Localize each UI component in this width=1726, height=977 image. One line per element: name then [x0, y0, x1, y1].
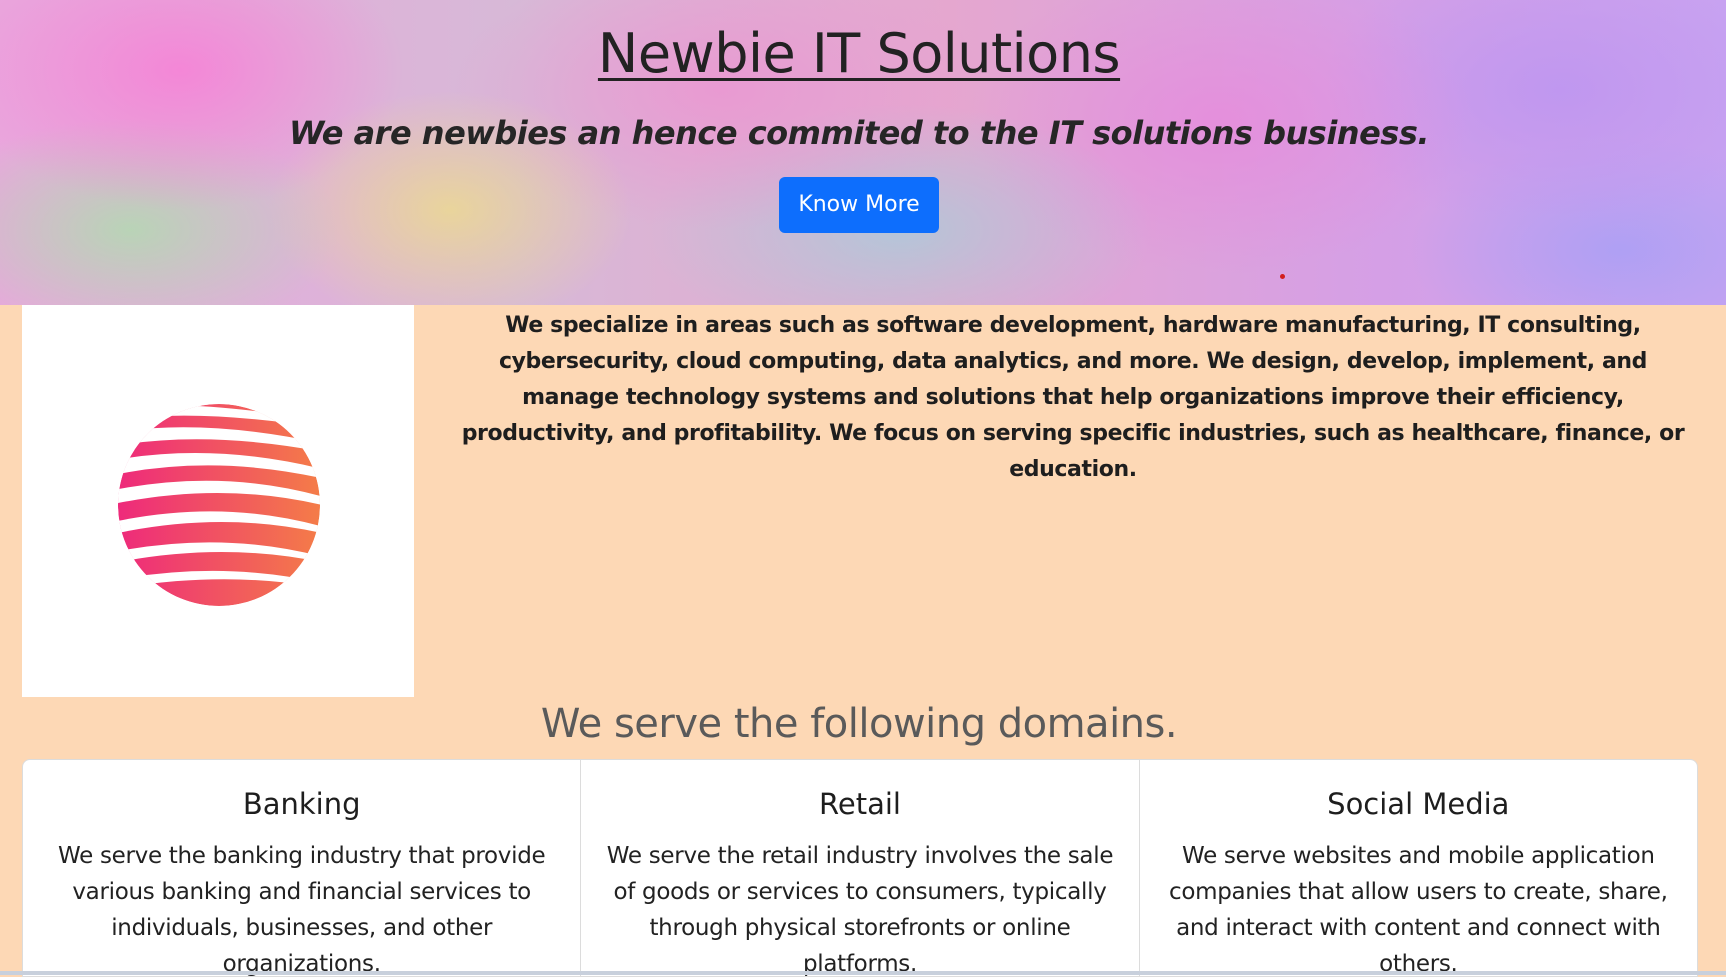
cursor-dot [1280, 274, 1285, 279]
domain-cards: Banking We serve the banking industry th… [22, 759, 1698, 977]
hero-tagline: We are newbies an hence commited to the … [288, 114, 1430, 152]
domains-heading: We serve the following domains. [540, 701, 1178, 747]
domain-card-banking: Banking We serve the banking industry th… [23, 760, 582, 977]
company-logo [22, 305, 414, 697]
card-title: Social Media [1327, 787, 1510, 821]
striped-globe-icon [118, 404, 320, 606]
card-text: We serve the retail industry involves th… [606, 843, 1114, 977]
card-text: We serve websites and mobile application… [1168, 843, 1668, 977]
card-title: Retail [819, 787, 901, 821]
domain-card-social-media: Social Media We serve websites and mobil… [1140, 760, 1697, 976]
company-description: We specialize in areas such as software … [461, 313, 1685, 482]
window-bottom-edge [0, 971, 1726, 975]
know-more-button[interactable]: Know More [779, 177, 939, 233]
domain-card-retail: Retail We serve the retail industry invo… [581, 760, 1140, 977]
site-title: Newbie IT Solutions [597, 22, 1121, 85]
card-title: Banking [242, 787, 361, 821]
card-text: We serve the banking industry that provi… [57, 843, 546, 977]
hero-banner: Newbie IT Solutions We are newbies an he… [0, 0, 1726, 305]
